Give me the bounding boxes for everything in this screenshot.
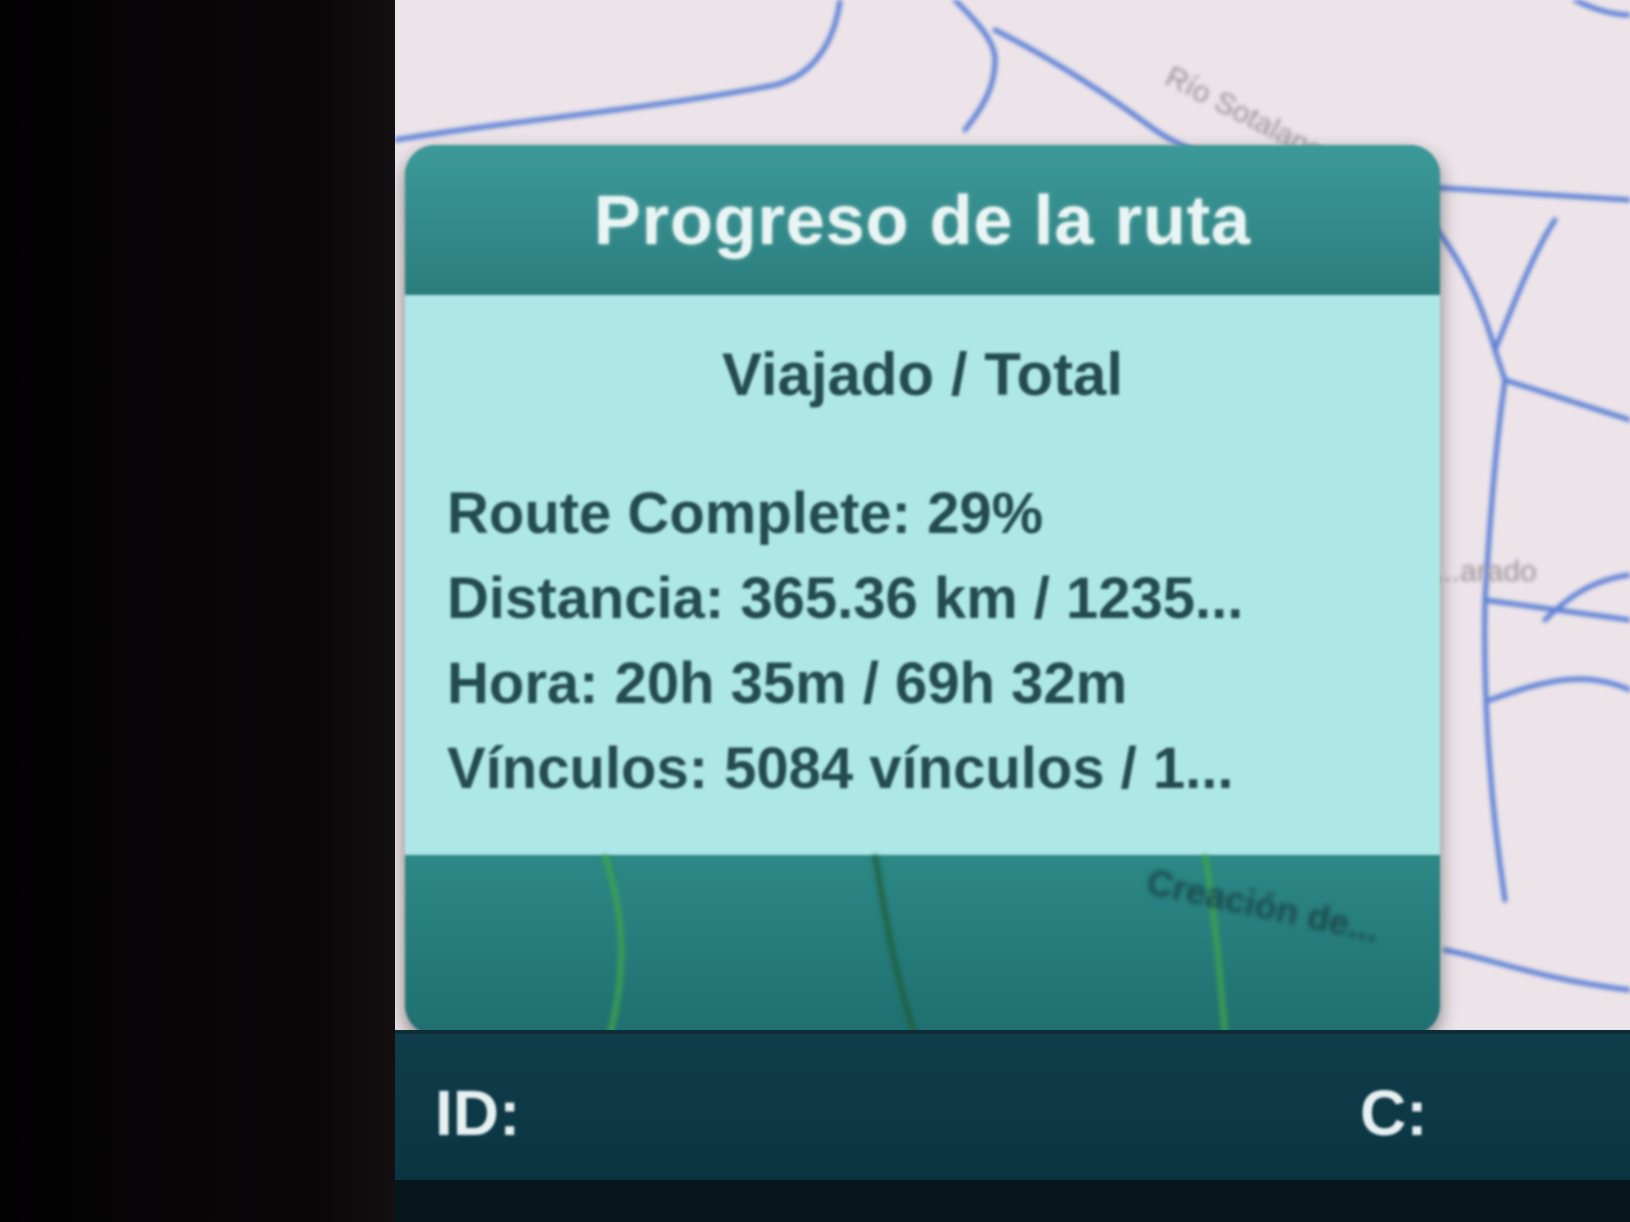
route-progress-dialog[interactable]: Progreso de la ruta Viajado / Total Rout… (405, 145, 1440, 1035)
dialog-body: Viajado / Total Route Complete: 29% Dist… (405, 295, 1440, 855)
time-row: Hora: 20h 35m / 69h 32m (447, 651, 1128, 716)
dialog-title: Progreso de la ruta (594, 181, 1251, 259)
footer-map-roads (602, 855, 1228, 1035)
dialog-footer-map: Creación de... (405, 855, 1440, 1035)
route-complete-row: Route Complete: 29% (447, 481, 1044, 546)
distance-row: Distancia: 365.36 km / 1235... (447, 566, 1244, 631)
dialog-header: Progreso de la ruta (405, 145, 1440, 295)
id-label: ID: (435, 1077, 521, 1149)
c-label: C: (1360, 1077, 1428, 1149)
map-label-town: ...arado (1435, 555, 1537, 588)
links-row: Vínculos: 5084 vínculos / 1... (447, 736, 1234, 801)
bottom-strip (395, 1180, 1630, 1222)
dialog-subtitle: Viajado / Total (721, 341, 1124, 408)
device-bezel (0, 0, 395, 1222)
status-bar: ID: C: (395, 1030, 1630, 1184)
gps-screen: Río Sotalanga ...arado Progreso de la ru… (395, 0, 1630, 1222)
